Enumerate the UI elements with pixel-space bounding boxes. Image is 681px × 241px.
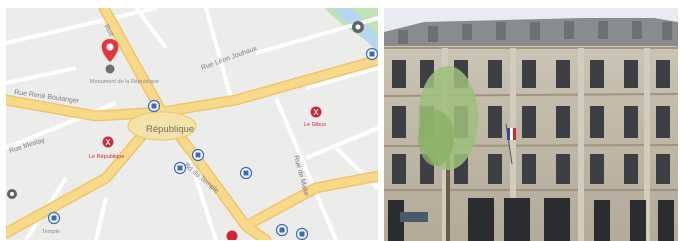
photo-canvas bbox=[384, 8, 678, 241]
bus-icon[interactable] bbox=[239, 166, 253, 180]
place-label-republique: République bbox=[146, 124, 194, 135]
metro-icon[interactable] bbox=[147, 99, 161, 113]
poi-label-le-republique: Le République bbox=[89, 154, 124, 160]
sign-plate bbox=[400, 212, 428, 222]
metro-icon[interactable] bbox=[47, 211, 61, 225]
poi-label-temple: Temple bbox=[42, 229, 60, 235]
place-icon[interactable] bbox=[7, 189, 17, 199]
poi-label-right: Le Gibus bbox=[304, 122, 326, 128]
pin-caption: Monument de la République bbox=[90, 79, 159, 85]
map-view[interactable]: Rue Rue René Boulanger Rue Léon Jouhaux … bbox=[6, 8, 378, 240]
metro-icon[interactable] bbox=[173, 161, 187, 175]
metro-icon[interactable] bbox=[191, 148, 205, 162]
restaurant-icon[interactable] bbox=[310, 106, 322, 118]
map-canvas[interactable]: Rue Rue René Boulanger Rue Léon Jouhaux … bbox=[6, 8, 378, 240]
building-photo bbox=[384, 8, 678, 241]
bus-icon[interactable] bbox=[365, 47, 378, 61]
place-icon[interactable] bbox=[352, 21, 364, 33]
restaurant-icon[interactable] bbox=[102, 136, 114, 148]
bus-icon[interactable] bbox=[275, 223, 289, 237]
bus-icon[interactable] bbox=[295, 227, 309, 240]
